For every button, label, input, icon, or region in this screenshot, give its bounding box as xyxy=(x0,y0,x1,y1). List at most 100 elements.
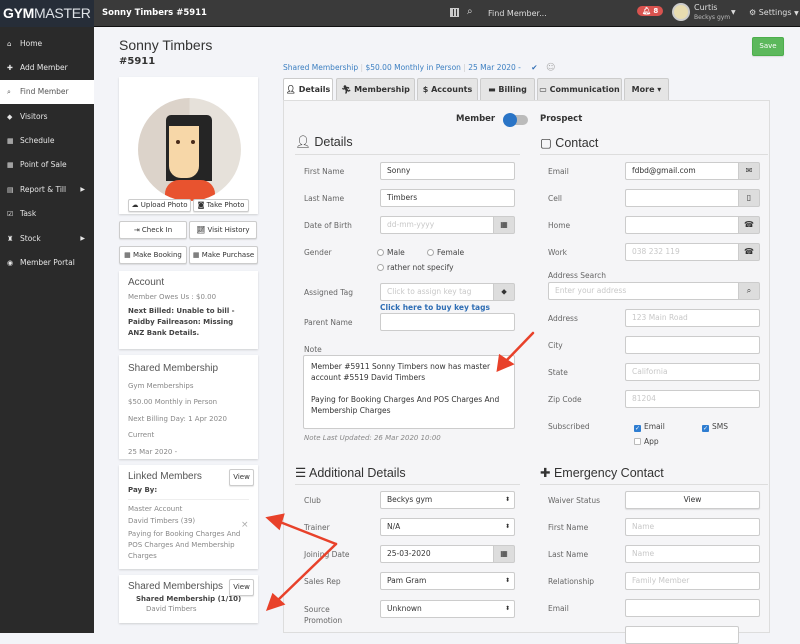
cell-input[interactable] xyxy=(625,189,739,207)
sidebar-item-stock[interactable]: ♜ Stock ▶ xyxy=(0,227,94,251)
waiver-view-button[interactable]: View xyxy=(625,491,760,509)
avatar-shirt xyxy=(165,180,215,201)
emergency-first-name-input[interactable]: Name xyxy=(625,518,760,536)
date-link[interactable]: 25 Mar 2020 - xyxy=(468,63,521,72)
tab-more[interactable]: More ▾ xyxy=(624,78,669,100)
joining-date-input[interactable]: 25-03-2020 xyxy=(380,545,494,563)
sidebar-item-task[interactable]: ☑ Task xyxy=(0,202,94,226)
visit-history-button[interactable]: 📈︎ Visit History xyxy=(189,221,257,239)
sidebar-item-add-member[interactable]: ✚ Add Member xyxy=(0,56,94,80)
envelope-icon[interactable]: ✉ xyxy=(738,162,760,180)
last-name-input[interactable]: Timbers xyxy=(380,189,515,207)
buy-key-tags-link[interactable]: Click here to buy key tags xyxy=(380,303,490,312)
gender-male-radio[interactable]: Male xyxy=(377,248,405,257)
divider xyxy=(540,154,768,155)
gender-female-radio[interactable]: Female xyxy=(427,248,464,257)
linked-members-view-button[interactable]: View xyxy=(229,469,254,486)
emergency-last-name-input[interactable]: Name xyxy=(625,545,760,563)
user-avatar[interactable] xyxy=(672,3,690,21)
sidebar-item-find-member[interactable]: ⌕ Find Member xyxy=(0,80,94,104)
sidebar-item-member-portal[interactable]: ◉ Member Portal xyxy=(0,251,94,275)
waiver-status-label: Waiver Status xyxy=(548,496,601,505)
divider xyxy=(295,154,520,155)
qr-code-icon[interactable] xyxy=(450,8,459,17)
emergency-email-input[interactable] xyxy=(625,599,760,617)
club-select[interactable]: Beckys gym ⬍ xyxy=(380,491,515,509)
email-label: Email xyxy=(548,167,569,176)
relationship-input[interactable]: Family Member xyxy=(625,572,760,590)
emergency-phone-input[interactable] xyxy=(625,626,739,644)
sidebar-item-schedule[interactable]: ▦ Schedule xyxy=(0,129,94,153)
save-button[interactable]: Save xyxy=(752,37,784,56)
home-icon: ⌂ xyxy=(7,40,12,48)
smiley-icon[interactable]: ☺ xyxy=(546,63,555,73)
subscribe-app-checkbox[interactable]: App xyxy=(634,437,659,446)
subscribe-sms-checkbox[interactable]: ✓ SMS xyxy=(702,422,728,432)
membership-link[interactable]: Shared Membership xyxy=(283,63,358,72)
emergency-first-name-label: First Name xyxy=(548,523,589,532)
price-link[interactable]: $50.00 Monthly in Person xyxy=(365,63,460,72)
dob-input[interactable]: dd-mm-yyyy xyxy=(380,216,494,234)
shared-memberships-view-button[interactable]: View xyxy=(229,579,254,596)
caret-down-icon[interactable]: ▼ xyxy=(731,9,736,16)
calendar-icon[interactable]: ▦ xyxy=(493,545,515,563)
member-prospect-toggle[interactable] xyxy=(503,113,528,127)
email-input[interactable]: fdbd@gmail.com xyxy=(625,162,739,180)
make-booking-button[interactable]: ▦ Make Booking xyxy=(119,246,187,264)
calendar-icon[interactable]: ▦ xyxy=(493,216,515,234)
find-member-input[interactable]: Find Member... xyxy=(488,9,547,18)
gymmaster-logo[interactable]: GYMMASTER xyxy=(0,0,94,27)
subscribe-email-checkbox[interactable]: ✓ Email xyxy=(634,422,665,432)
user-icon: 👤︎ xyxy=(295,135,311,149)
zip-input[interactable]: 81204 xyxy=(625,390,760,408)
search-icon[interactable]: ⌕ xyxy=(738,282,760,300)
address-input[interactable]: 123 Main Road xyxy=(625,309,760,327)
sidebar-item-visitors[interactable]: ◆ Visitors xyxy=(0,105,94,129)
sidebar-item-report-till[interactable]: ▤ Report & Till ▶ xyxy=(0,178,94,202)
tab-billing[interactable]: ▬ Billing xyxy=(480,78,535,100)
gender-unspecified-radio[interactable]: rather not specify xyxy=(377,263,454,272)
upload-photo-button[interactable]: ☁ Upload Photo xyxy=(128,199,191,212)
tab-accounts[interactable]: $ Accounts xyxy=(417,78,478,100)
first-name-input[interactable]: Sonny xyxy=(380,162,515,180)
cell-label: Cell xyxy=(548,194,563,203)
window-title: Sonny Timbers #5911 xyxy=(102,8,207,18)
trainer-select[interactable]: N/A ⬍ xyxy=(380,518,515,536)
master-account-name[interactable]: David Timbers (39) xyxy=(128,517,249,525)
user-menu[interactable]: Curtis Beckys gym xyxy=(694,3,730,23)
remove-link-icon[interactable]: × xyxy=(241,520,249,530)
tab-details[interactable]: 👤︎ Details xyxy=(283,78,333,100)
sidebar-item-home[interactable]: ⌂ Home xyxy=(0,32,94,56)
divider xyxy=(540,484,768,485)
parent-name-input[interactable] xyxy=(380,313,515,331)
source-promotion-label: Source Promotion xyxy=(304,605,343,625)
grid-icon: ▦ xyxy=(7,161,14,169)
account-card: Account Member Owes Us : $0.00 Next Bill… xyxy=(119,271,258,349)
tab-communication[interactable]: ▭ Communication xyxy=(537,78,622,100)
search-icon[interactable]: ⌕ xyxy=(467,6,473,17)
assigned-tag-input[interactable]: Click to assign key tag xyxy=(380,283,494,301)
address-search-input[interactable]: Enter your address xyxy=(548,282,739,300)
note-textarea[interactable]: Member #5911 Sonny Timbers now has maste… xyxy=(303,355,515,429)
phone-icon[interactable]: ☎ xyxy=(738,216,760,234)
settings-menu[interactable]: ⚙ Settings ▼ xyxy=(749,8,799,17)
emergency-last-name-label: Last Name xyxy=(548,550,589,559)
tab-membership[interactable]: 🏃︎ Membership xyxy=(336,78,415,100)
phone-icon[interactable]: ☎ xyxy=(738,243,760,261)
tag-icon[interactable]: ⬥ xyxy=(493,283,515,301)
make-purchase-button[interactable]: ▦ Make Purchase xyxy=(189,246,258,264)
home-phone-input[interactable] xyxy=(625,216,739,234)
print-icon: ▤ xyxy=(7,186,14,194)
mobile-phone-icon[interactable]: ▯ xyxy=(738,189,760,207)
note-text: Paying for Booking Charges And POS Charg… xyxy=(311,395,500,415)
take-photo-button[interactable]: ◙ Take Photo xyxy=(193,199,249,212)
sales-rep-select[interactable]: Pam Gram ⬍ xyxy=(380,572,515,590)
notifications-badge[interactable]: 🔔︎ 8 xyxy=(637,6,664,16)
source-promotion-select[interactable]: Unknown ⬍ xyxy=(380,600,515,618)
user-icon: 👤︎ xyxy=(285,85,296,94)
sidebar-item-point-of-sale[interactable]: ▦ Point of Sale xyxy=(0,153,94,177)
city-input[interactable] xyxy=(625,336,760,354)
state-input[interactable]: California xyxy=(625,363,760,381)
work-phone-input[interactable]: 038 232 119 xyxy=(625,243,739,261)
check-in-button[interactable]: ⇥ Check In xyxy=(119,221,187,239)
